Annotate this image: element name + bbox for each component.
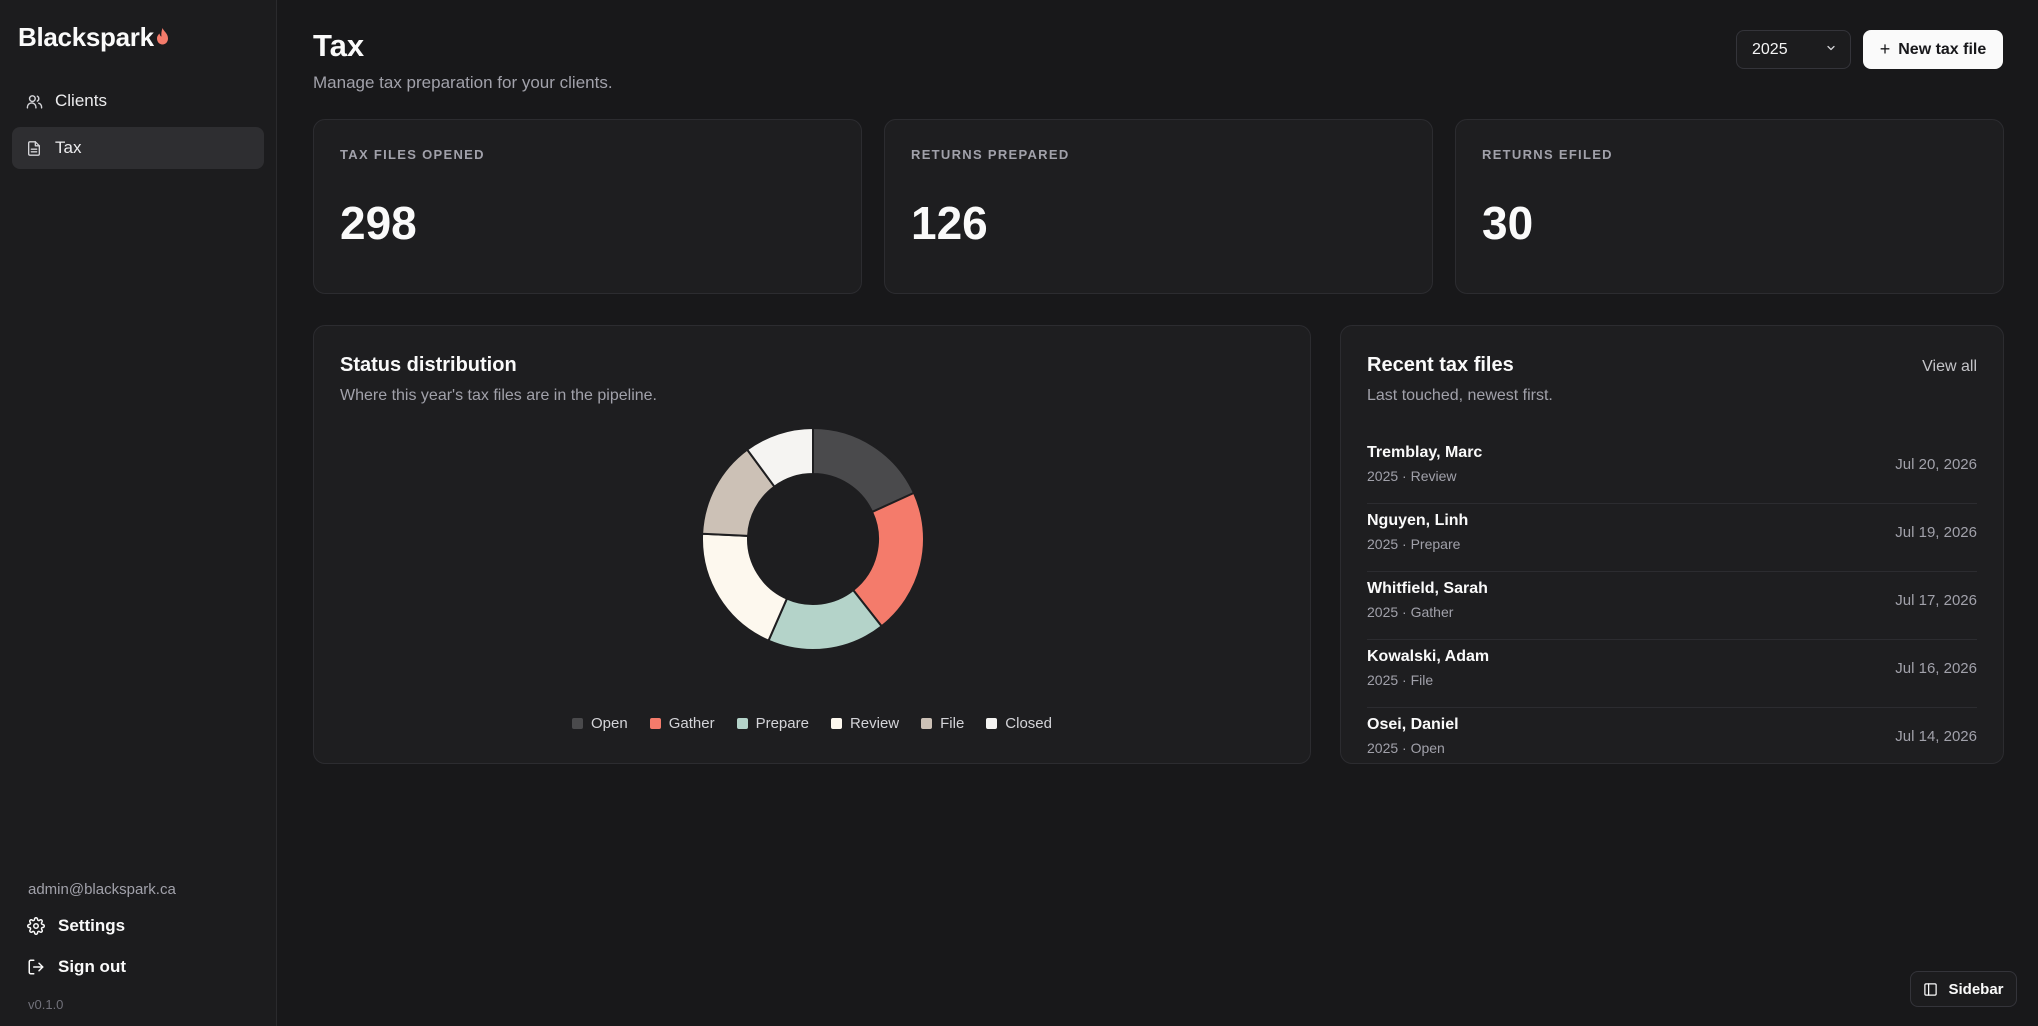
sidebar-toggle-label: Sidebar	[1948, 980, 2004, 998]
settings-button[interactable]: Settings	[26, 916, 125, 936]
sidebar: Blackspark Clients Tax admin@blackspark.…	[0, 0, 277, 1026]
new-tax-file-button[interactable]: + New tax file	[1863, 30, 2003, 69]
legend-item-file: File	[921, 715, 964, 732]
new-tax-file-label: New tax file	[1898, 40, 1987, 58]
panel-subtitle: Where this year's tax files are in the p…	[340, 387, 657, 404]
year-select[interactable]: 2025	[1736, 30, 1851, 69]
status-donut-chart	[701, 426, 925, 651]
gear-icon	[26, 916, 46, 936]
plus-icon: +	[1879, 39, 1891, 59]
stat-label: RETURNS EFILED	[1482, 147, 1613, 162]
file-meta: 2025 · Prepare	[1367, 536, 1461, 552]
stat-value: 298	[340, 197, 417, 249]
panel-title: Recent tax files	[1367, 354, 1514, 376]
client-name: Nguyen, Linh	[1367, 512, 1469, 529]
legend-label: File	[940, 715, 965, 732]
stat-card-returns-efiled: RETURNS EFILED 30	[1455, 119, 2004, 294]
legend-swatch	[921, 718, 933, 729]
user-email: admin@blackspark.ca	[28, 881, 176, 898]
sidebar-toggle-button[interactable]: Sidebar	[1910, 971, 2017, 1007]
sidebar-item-label: Clients	[55, 91, 107, 110]
stat-value: 126	[911, 197, 988, 249]
brand-name: Blackspark	[18, 22, 154, 52]
stat-label: RETURNS PREPARED	[911, 147, 1070, 162]
legend-swatch	[572, 718, 583, 729]
donut-slice-review[interactable]	[701, 532, 789, 643]
users-icon	[25, 92, 43, 110]
sidebar-item-label: Tax	[55, 138, 82, 157]
flame-icon	[156, 21, 169, 52]
legend-label: Review	[849, 715, 900, 732]
stat-card-returns-prepared: RETURNS PREPARED 126	[884, 119, 1433, 294]
brand-logo[interactable]: Blackspark	[18, 22, 169, 53]
sidebar-item-tax[interactable]: Tax	[12, 127, 264, 169]
legend-item-review: Review	[830, 715, 900, 732]
stat-value: 30	[1482, 197, 1534, 249]
legend-label: Open	[591, 715, 628, 732]
page-title: Tax	[313, 28, 365, 63]
year-select-value: 2025	[1752, 40, 1788, 58]
file-icon	[25, 139, 43, 157]
file-date: Jul 17, 2026	[1895, 592, 1977, 609]
chevron-down-icon	[1825, 41, 1837, 59]
list-item[interactable]: Tremblay, Marc 2025 · Review Jul 20, 202…	[1367, 436, 1977, 504]
recent-list: Tremblay, Marc 2025 · Review Jul 20, 202…	[1367, 436, 1977, 763]
app-version: v0.1.0	[28, 997, 64, 1012]
settings-label: Settings	[58, 916, 126, 935]
status-distribution-panel: Status distribution Where this year's ta…	[313, 325, 1311, 764]
legend-swatch	[830, 718, 842, 729]
list-item[interactable]: Kowalski, Adam 2025 · File Jul 16, 2026	[1367, 640, 1977, 708]
file-meta: 2025 · File	[1367, 672, 1434, 688]
legend-swatch	[649, 718, 661, 729]
client-name: Kowalski, Adam	[1367, 648, 1490, 665]
legend-label: Gather	[668, 715, 715, 732]
legend-item-gather: Gather	[649, 715, 715, 732]
list-item[interactable]: Whitfield, Sarah 2025 · Gather Jul 17, 2…	[1367, 572, 1977, 640]
page-subtitle: Manage tax preparation for your clients.	[313, 73, 613, 92]
file-meta: 2025 · Gather	[1367, 604, 1454, 620]
recent-tax-files-panel: Recent tax files Last touched, newest fi…	[1340, 325, 2004, 764]
legend-label: Prepare	[755, 715, 809, 732]
legend-swatch	[986, 718, 998, 729]
client-name: Tremblay, Marc	[1367, 444, 1483, 461]
sign-out-button[interactable]: Sign out	[26, 957, 126, 977]
legend-label: Closed	[1005, 715, 1052, 732]
legend-item-closed: Closed	[986, 715, 1052, 732]
panel-title: Status distribution	[340, 354, 517, 376]
panel-left-icon	[1923, 982, 1938, 997]
file-meta: 2025 · Open	[1367, 740, 1445, 756]
file-date: Jul 14, 2026	[1895, 728, 1977, 745]
sign-out-icon	[26, 957, 46, 977]
list-item[interactable]: Nguyen, Linh 2025 · Prepare Jul 19, 2026	[1367, 504, 1977, 572]
list-item[interactable]: Osei, Daniel 2025 · Open Jul 14, 2026	[1367, 708, 1977, 763]
client-name: Whitfield, Sarah	[1367, 580, 1488, 597]
sign-out-label: Sign out	[58, 957, 126, 976]
stat-label: TAX FILES OPENED	[340, 147, 485, 162]
legend-item-prepare: Prepare	[736, 715, 809, 732]
panel-subtitle: Last touched, newest first.	[1367, 387, 1553, 404]
legend-swatch	[736, 718, 748, 729]
sidebar-item-clients[interactable]: Clients	[12, 80, 264, 122]
legend-item-open: Open	[572, 715, 628, 732]
stat-card-tax-files-opened: TAX FILES OPENED 298	[313, 119, 862, 294]
file-date: Jul 16, 2026	[1895, 660, 1977, 677]
client-name: Osei, Daniel	[1367, 716, 1459, 733]
file-date: Jul 20, 2026	[1895, 456, 1977, 473]
file-meta: 2025 · Review	[1367, 468, 1457, 484]
file-date: Jul 19, 2026	[1895, 524, 1977, 541]
chart-legend: Open Gather Prepare Review File Closed	[314, 715, 1310, 732]
view-all-link[interactable]: View all	[1922, 358, 1977, 376]
